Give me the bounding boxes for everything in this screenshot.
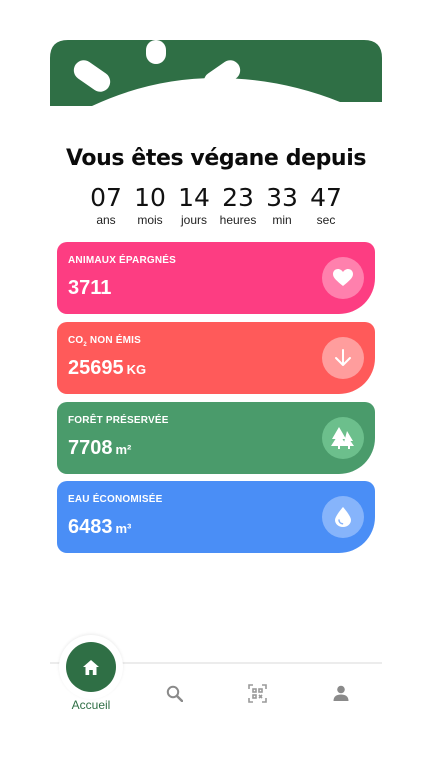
card-value: 6483 m³ — [68, 516, 131, 539]
card-label: CO2 NON ÉMIS — [68, 335, 141, 348]
counter-days: 14 jours — [173, 183, 216, 228]
home-icon — [83, 659, 99, 675]
card-number: 7708 — [68, 437, 113, 459]
card-unit: m³ — [115, 521, 132, 536]
card-co2-not-emitted[interactable]: CO2 NON ÉMIS 25695 KG — [57, 322, 375, 394]
counter-value: 23 — [222, 183, 254, 212]
card-label: EAU ÉCONOMISÉE — [68, 494, 163, 505]
hero-illustration — [50, 40, 382, 106]
bottom-navigation: Accueil — [50, 635, 382, 722]
card-value: 7708 m² — [68, 437, 131, 460]
counter-unit: jours — [180, 213, 207, 227]
nav-home-button[interactable] — [66, 642, 116, 692]
co2-prefix: CO — [68, 335, 84, 346]
card-label: ANIMAUX ÉPARGNÉS — [68, 255, 177, 266]
card-forest-preserved[interactable]: FORÊT PRÉSERVÉE 7708 m² — [57, 402, 375, 474]
counter-unit: mois — [137, 213, 163, 227]
card-number: 3711 — [68, 277, 112, 299]
counter-hours: 23 heures — [217, 183, 260, 228]
card-number: 25695 — [68, 357, 124, 379]
card-unit: m² — [115, 442, 132, 457]
card-value: 25695 KG — [68, 357, 146, 380]
counter-unit: ans — [96, 213, 116, 227]
counter-unit: min — [272, 213, 292, 227]
counter-value: 10 — [134, 183, 166, 212]
card-animals-spared[interactable]: ANIMAUX ÉPARGNÉS 3711 — [57, 242, 375, 314]
search-icon[interactable] — [163, 682, 185, 704]
card-water-saved[interactable]: EAU ÉCONOMISÉE 6483 m³ — [57, 481, 375, 553]
counter-value: 07 — [90, 183, 122, 212]
counter-value: 14 — [178, 183, 210, 212]
counter-value: 47 — [310, 183, 342, 212]
heart-icon — [322, 257, 364, 299]
trees-icon — [322, 417, 364, 459]
card-number: 6483 — [68, 516, 113, 538]
qr-code-icon[interactable] — [246, 682, 268, 704]
counter-minutes: 33 min — [261, 183, 304, 228]
vegan-duration-counter: 07 ans 10 mois 14 jours 23 heures 33 min… — [0, 183, 432, 228]
counter-years: 07 ans — [85, 183, 128, 228]
card-label: FORÊT PRÉSERVÉE — [68, 415, 169, 426]
profile-icon[interactable] — [330, 682, 352, 704]
card-value: 3711 — [68, 277, 111, 300]
counter-months: 10 mois — [129, 183, 172, 228]
nav-home-label[interactable]: Accueil — [50, 698, 132, 712]
counter-unit: heures — [219, 213, 257, 227]
co2-suffix: NON ÉMIS — [86, 335, 141, 346]
counter-value: 33 — [266, 183, 298, 212]
arrow-down-icon — [322, 337, 364, 379]
counter-seconds: 47 sec — [305, 183, 348, 228]
page-title: Vous êtes végane depuis — [65, 146, 367, 171]
water-drop-icon — [322, 496, 364, 538]
card-unit: KG — [126, 362, 147, 377]
counter-unit: sec — [316, 213, 336, 227]
